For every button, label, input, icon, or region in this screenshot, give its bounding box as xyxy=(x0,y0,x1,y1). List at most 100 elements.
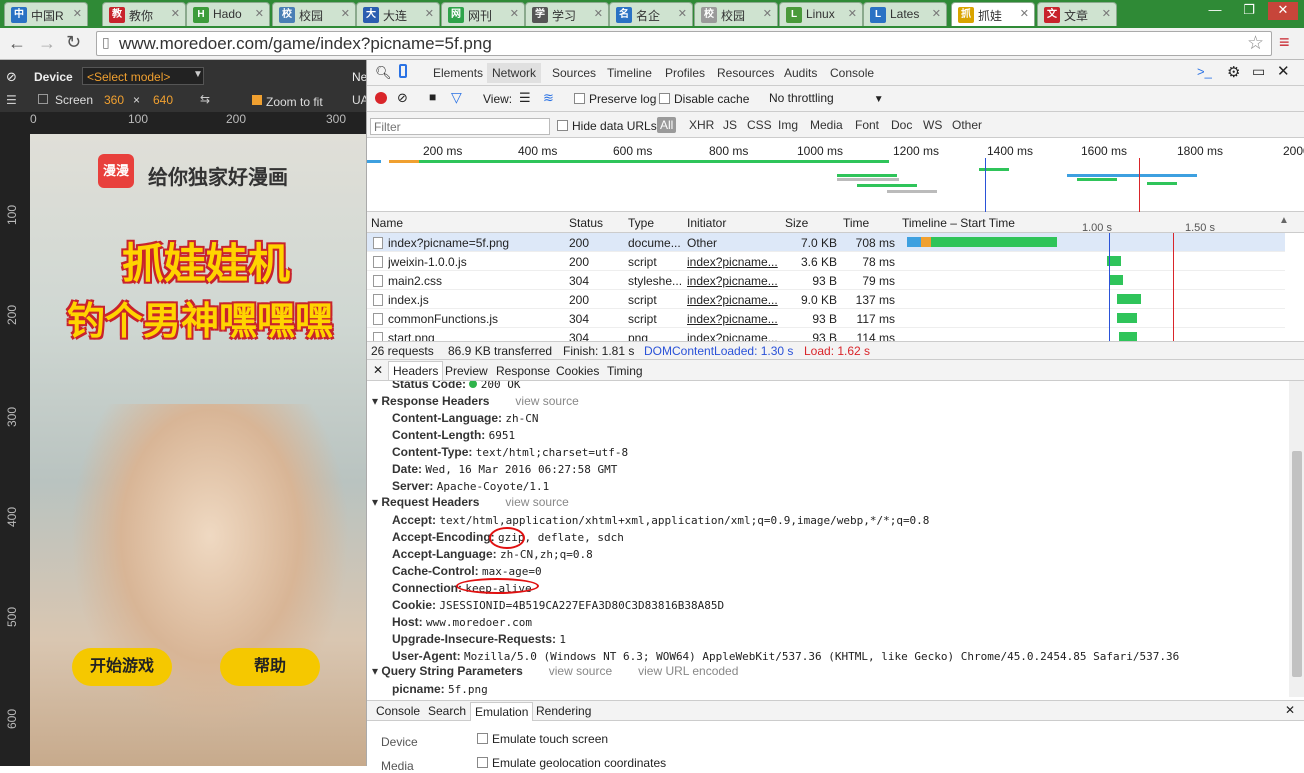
browser-tab[interactable]: H Hado ✕ xyxy=(186,2,270,26)
settings-lines-icon[interactable]: ☰ xyxy=(6,93,17,107)
tab-close-icon[interactable]: ✕ xyxy=(510,7,519,20)
cell-initiator[interactable]: index?picname... xyxy=(687,331,778,341)
dock-icon[interactable]: ▭ xyxy=(1252,63,1265,80)
filter-input[interactable] xyxy=(370,118,550,135)
drawer-tab-rendering[interactable]: Rendering xyxy=(536,704,591,718)
tab-timing[interactable]: Timing xyxy=(607,364,643,378)
forward-arrow-icon[interactable]: → xyxy=(38,33,56,54)
filter-img[interactable]: Img xyxy=(778,118,798,132)
drawer-tab-search[interactable]: Search xyxy=(428,704,466,718)
hide-data-urls-checkbox[interactable]: Hide data URLs xyxy=(557,119,657,133)
browser-tab[interactable]: 抓抓娃 ✕ xyxy=(951,2,1035,26)
preserve-log-checkbox[interactable]: Preserve log xyxy=(574,92,656,106)
tab-close-icon[interactable]: ✕ xyxy=(594,7,603,20)
filter-icon[interactable]: ▽ xyxy=(451,89,462,106)
view-url-encoded-link[interactable]: view URL encoded xyxy=(638,664,738,678)
cell-initiator[interactable]: index?picname... xyxy=(687,255,778,269)
tab-close-icon[interactable]: ✕ xyxy=(848,7,857,20)
request-row[interactable]: main2.css 304 styleshe... index?picname... 9… xyxy=(367,271,1285,290)
filter-doc[interactable]: Doc xyxy=(891,118,912,132)
view-source-link[interactable]: view source xyxy=(505,495,568,509)
browser-tab[interactable]: 学学习 ✕ xyxy=(525,2,609,26)
network-overview[interactable]: 200 ms 400 ms 600 ms 800 ms 1000 ms 1200 ms 14… xyxy=(367,138,1304,212)
tab-response[interactable]: Response xyxy=(496,364,550,378)
cell-initiator[interactable]: index?picname... xyxy=(687,274,778,288)
emulate-touch-checkbox[interactable]: Emulate touch screen xyxy=(477,732,608,746)
tab-console[interactable]: Console xyxy=(830,66,874,80)
tab-close-icon[interactable]: ✕ xyxy=(255,7,264,20)
query-string-section[interactable]: ▾ Query String Parameters view source view… xyxy=(372,664,738,678)
filter-js[interactable]: JS xyxy=(723,118,737,132)
back-arrow-icon[interactable]: ← xyxy=(8,33,26,54)
disable-cache-checkbox[interactable]: Disable cache xyxy=(659,92,749,106)
view-source-link[interactable]: view source xyxy=(549,664,612,678)
tab-preview[interactable]: Preview xyxy=(445,364,488,378)
scrollbar-thumb[interactable] xyxy=(1292,451,1302,677)
filter-font[interactable]: Font xyxy=(855,118,879,132)
screen-width-input[interactable]: 360 xyxy=(104,93,124,107)
filter-all[interactable]: All xyxy=(657,117,677,133)
menu-icon[interactable]: ≡ xyxy=(1279,32,1290,53)
browser-tab[interactable]: 大大连 ✕ xyxy=(356,2,440,26)
col-initiator[interactable]: Initiator xyxy=(687,216,726,230)
maximize-icon[interactable]: ❐ xyxy=(1234,2,1264,20)
browser-tab[interactable]: 网网刊 ✕ xyxy=(441,2,525,26)
zoom-checkbox[interactable] xyxy=(252,95,262,105)
overview-icon[interactable]: ≋ xyxy=(543,90,554,106)
tab-close-icon[interactable]: ✕ xyxy=(171,7,180,20)
screen-height-input[interactable]: 640 xyxy=(153,93,173,107)
filter-xhr[interactable]: XHR xyxy=(689,118,714,132)
filter-media[interactable]: Media xyxy=(810,118,843,132)
browser-tab[interactable]: 中中国R ✕ xyxy=(4,2,88,26)
tab-close-icon[interactable]: ✕ xyxy=(1102,7,1111,20)
request-headers-section[interactable]: ▾ Request Headers view source xyxy=(372,495,569,509)
col-status[interactable]: Status xyxy=(569,216,603,230)
request-row[interactable]: index.js 200 script index?picname... 9.0 KB 1… xyxy=(367,290,1285,309)
browser-tab[interactable]: L Lates ✕ xyxy=(863,2,947,26)
inspect-icon[interactable]: 🔍︎ xyxy=(375,65,392,81)
headers-scrollbar[interactable] xyxy=(1289,381,1304,697)
reload-icon[interactable]: ↻ xyxy=(66,32,81,53)
console-prompt-icon[interactable]: >_ xyxy=(1197,64,1212,79)
filter-ws[interactable]: WS xyxy=(923,118,942,132)
tab-close-icon[interactable]: ✕ xyxy=(73,7,82,20)
device-mode-icon[interactable] xyxy=(399,64,407,78)
device-mode-off-icon[interactable]: ⊘ xyxy=(6,69,17,85)
browser-tab[interactable]: 文文章 ✕ xyxy=(1037,2,1117,26)
throttling-select[interactable]: No throttling ▼ xyxy=(769,91,884,105)
tab-headers[interactable]: Headers xyxy=(388,361,444,380)
tab-close-icon[interactable]: ✕ xyxy=(1020,7,1029,20)
gear-icon[interactable]: ⚙ xyxy=(1227,63,1240,81)
tab-elements[interactable]: Elements xyxy=(433,66,483,80)
col-size[interactable]: Size xyxy=(785,216,808,230)
browser-tab[interactable]: 名名企 ✕ xyxy=(609,2,693,26)
minimize-icon[interactable]: — xyxy=(1200,2,1230,20)
tab-timeline[interactable]: Timeline xyxy=(607,66,652,80)
drawer-tab-emulation[interactable]: Emulation xyxy=(470,702,534,721)
close-icon[interactable]: ✕ xyxy=(1277,62,1290,80)
close-detail-icon[interactable]: ✕ xyxy=(373,363,383,377)
request-row[interactable]: index?picname=5f.png 200 docume... Other 7.0… xyxy=(367,233,1285,252)
cell-initiator[interactable]: index?picname... xyxy=(687,312,778,326)
tab-profiles[interactable]: Profiles xyxy=(665,66,705,80)
tab-close-icon[interactable]: ✕ xyxy=(932,7,941,20)
filter-other[interactable]: Other xyxy=(952,118,982,132)
drawer-tab-console[interactable]: Console xyxy=(376,704,420,718)
record-icon[interactable] xyxy=(375,92,387,104)
request-row[interactable]: start.png 304 png index?picname... 93 B 114 m… xyxy=(367,328,1285,341)
screen-checkbox[interactable] xyxy=(38,94,48,104)
tab-close-icon[interactable]: ✕ xyxy=(678,7,687,20)
tab-resources[interactable]: Resources xyxy=(717,66,774,80)
browser-tab[interactable]: 校校园 ✕ xyxy=(694,2,778,26)
help-button[interactable]: 帮助 xyxy=(220,648,320,686)
close-drawer-icon[interactable]: ✕ xyxy=(1285,703,1295,717)
swap-dimensions-icon[interactable]: ⇆ xyxy=(200,92,210,106)
tab-audits[interactable]: Audits xyxy=(784,66,817,80)
large-rows-icon[interactable]: ☰ xyxy=(519,90,531,106)
request-row[interactable]: commonFunctions.js 304 script index?picname… xyxy=(367,309,1285,328)
tab-close-icon[interactable]: ✕ xyxy=(341,7,350,20)
clear-icon[interactable]: ⊘ xyxy=(397,90,408,106)
tab-cookies[interactable]: Cookies xyxy=(556,364,599,378)
url-bar[interactable]: ▯ www.moredoer.com/game/index?picname=5f… xyxy=(96,31,1272,56)
browser-tab[interactable]: 教教你 ✕ xyxy=(102,2,186,26)
